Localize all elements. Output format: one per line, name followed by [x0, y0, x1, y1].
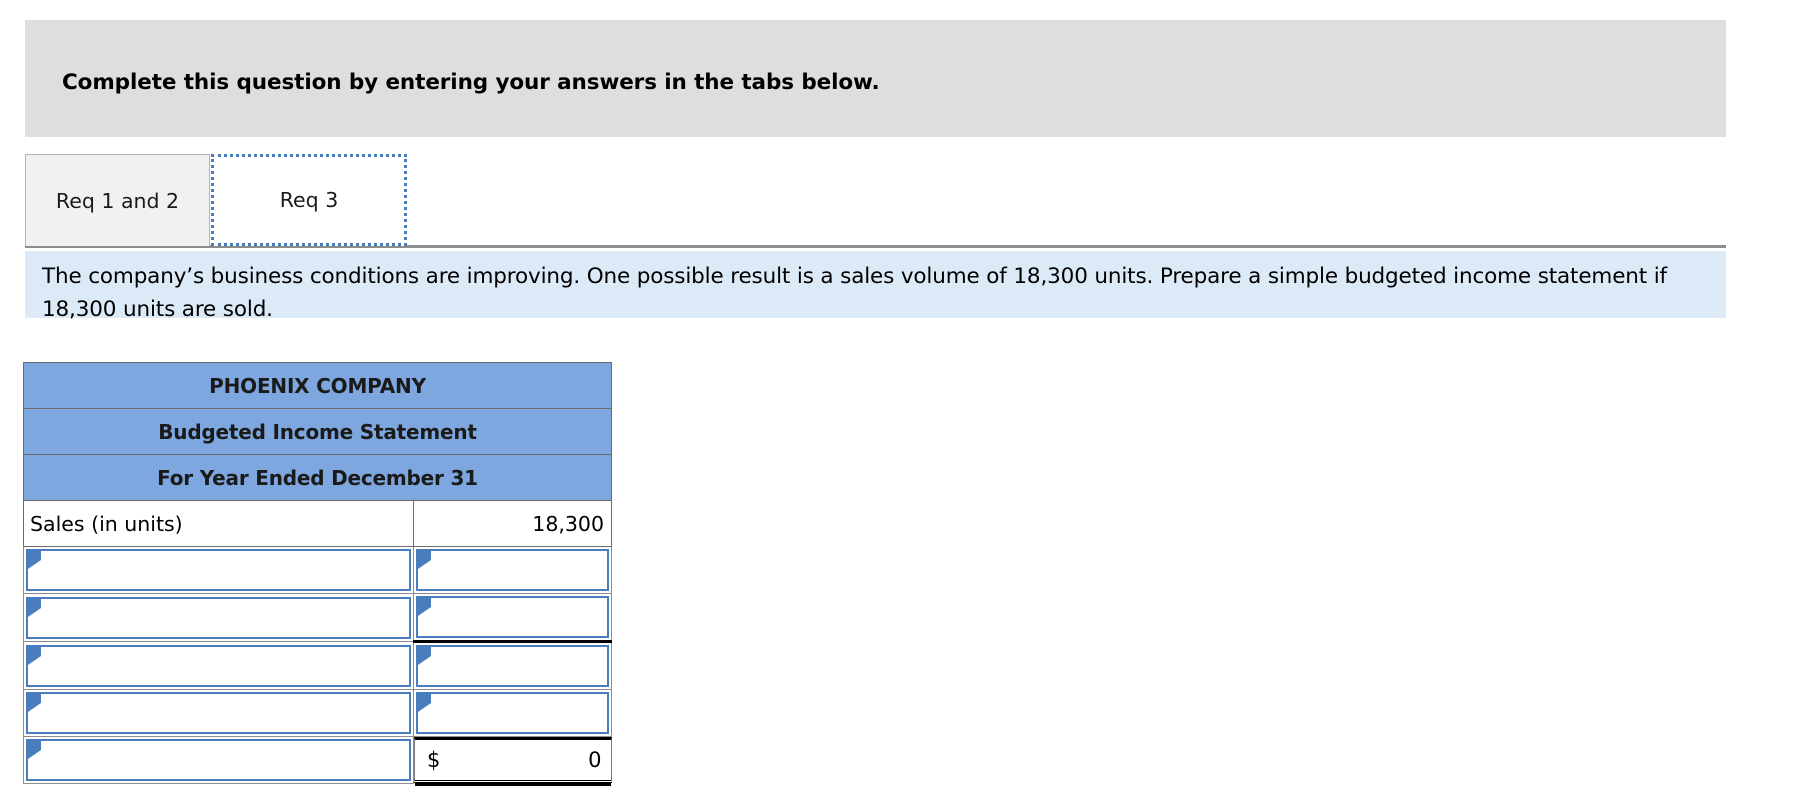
net-income-total: $ 0 — [414, 737, 612, 787]
table-row — [23, 689, 613, 737]
amount-input-4[interactable] — [416, 692, 610, 734]
total-row-label-cell[interactable] — [23, 736, 414, 784]
entry-row-3-value-cell[interactable] — [412, 640, 613, 690]
entry-row-1-label-cell[interactable] — [23, 546, 414, 594]
account-name-input-2-value — [36, 599, 401, 637]
statement-period: For Year Ended December 31 — [22, 454, 613, 501]
sales-units-label: Sales (in units) — [23, 500, 414, 547]
statement-title: Budgeted Income Statement — [22, 408, 613, 455]
requirement-instruction-text: The company’s business conditions are im… — [42, 264, 1667, 322]
account-name-input-1[interactable] — [26, 549, 411, 591]
entry-row-2-label-cell[interactable] — [23, 593, 414, 642]
total-row-value-cell: $ 0 — [414, 737, 612, 787]
entry-row-3-label-cell[interactable] — [23, 641, 414, 690]
account-name-input-1-value — [36, 551, 401, 589]
amount-input-3[interactable] — [416, 645, 610, 687]
table-row-statement-title: Budgeted Income Statement — [22, 408, 613, 455]
amount-input-3-value — [426, 647, 599, 685]
net-income-amount: 0 — [588, 748, 602, 773]
entry-row-4-value-cell[interactable] — [412, 689, 613, 737]
tab-strip: Req 1 and 2 Req 3 — [0, 150, 1806, 248]
amount-input-2[interactable] — [416, 596, 610, 638]
account-name-input-5[interactable] — [26, 739, 411, 781]
tab-req-1-and-2-label: Req 1 and 2 — [55, 188, 180, 213]
sales-units-value: 18,300 — [412, 500, 613, 547]
tab-req-3[interactable]: Req 3 — [211, 154, 407, 246]
table-row — [23, 640, 613, 690]
account-name-input-3[interactable] — [26, 644, 411, 687]
table-row — [23, 546, 613, 594]
entry-row-2-value-cell[interactable] — [412, 593, 613, 642]
tab-req-3-label: Req 3 — [279, 188, 339, 212]
account-name-input-2[interactable] — [26, 596, 411, 639]
amount-input-1[interactable] — [416, 549, 610, 591]
entry-row-1-value-cell[interactable] — [412, 546, 613, 594]
amount-input-2-value — [426, 598, 599, 636]
banner-instruction-text: Complete this question by entering your … — [62, 70, 880, 95]
statement-company-name: PHOENIX COMPANY — [22, 362, 613, 409]
requirement-instruction-band: The company’s business conditions are im… — [25, 251, 1726, 322]
table-row-total: $ 0 — [23, 736, 612, 787]
amount-input-1-value — [426, 551, 599, 589]
table-row-sales-units: Sales (in units) 18,300 — [23, 500, 613, 547]
budgeted-income-statement-table: PHOENIX COMPANY Budgeted Income Statemen… — [22, 362, 613, 787]
table-row-statement-period: For Year Ended December 31 — [22, 454, 613, 501]
account-name-input-4[interactable] — [26, 692, 411, 734]
account-name-input-4-value — [36, 694, 401, 732]
table-row — [23, 593, 613, 642]
question-banner: Complete this question by entering your … — [25, 20, 1726, 137]
currency-symbol: $ — [427, 748, 441, 773]
account-name-input-5-value — [36, 741, 401, 779]
account-name-input-3-value — [36, 647, 401, 685]
entry-row-4-label-cell[interactable] — [23, 689, 414, 737]
tab-req-1-and-2[interactable]: Req 1 and 2 — [25, 154, 210, 246]
total-double-underline — [415, 783, 611, 787]
table-row-company-title: PHOENIX COMPANY — [22, 362, 613, 409]
amount-input-4-value — [426, 694, 599, 732]
